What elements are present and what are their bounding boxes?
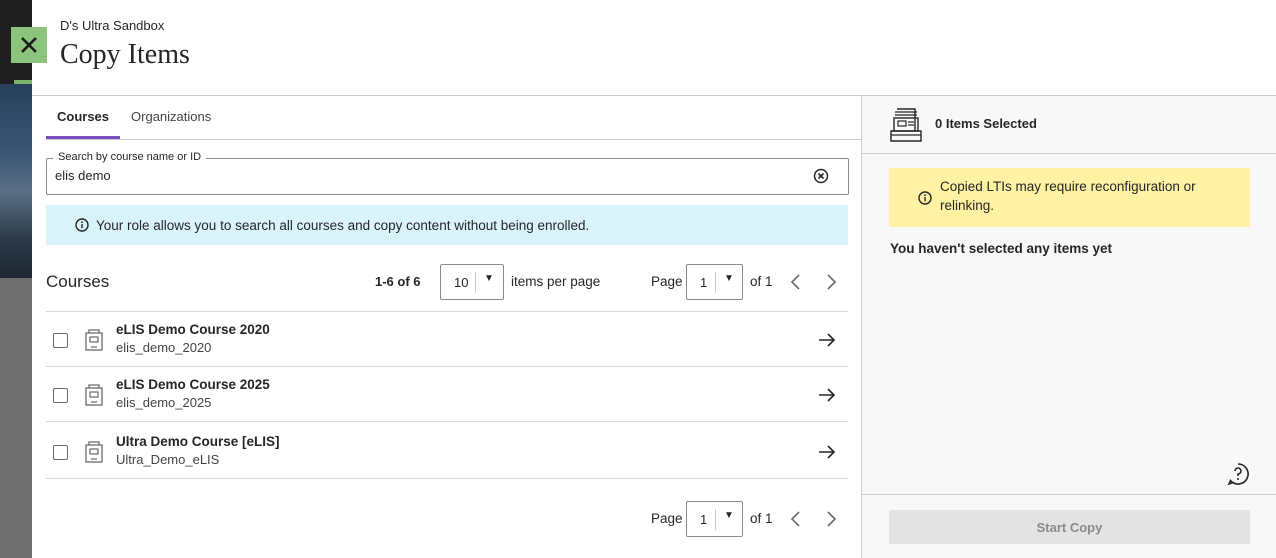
items-per-page-value: 10 <box>454 275 469 290</box>
page-value: 1 <box>700 512 708 527</box>
course-icon <box>85 441 103 463</box>
next-page-icon[interactable] <box>823 273 839 291</box>
page-total-label: of 1 <box>750 274 773 289</box>
course-row[interactable]: eLIS Demo Course 2025 elis_demo_2025 <box>46 366 848 421</box>
chevron-down-icon: ▼ <box>484 273 494 284</box>
help-icon[interactable] <box>1226 462 1250 486</box>
tab-organizations[interactable]: Organizations <box>120 96 222 139</box>
search-input[interactable] <box>55 168 795 183</box>
arrow-right-icon[interactable] <box>818 444 836 460</box>
courses-toolbar: Courses 1-6 of 6 10 ▼ items per page Pag… <box>46 264 848 300</box>
arrow-right-icon[interactable] <box>818 387 836 403</box>
course-row[interactable]: Ultra Demo Course [eLIS] Ultra_Demo_eLIS <box>46 421 848 479</box>
background-banner-image <box>0 84 32 278</box>
panel-header: D's Ultra Sandbox Copy Items <box>32 0 1276 96</box>
tab-courses[interactable]: Courses <box>46 96 121 139</box>
course-id: elis_demo_2020 <box>116 340 212 355</box>
chevron-down-icon: ▼ <box>724 273 734 284</box>
selected-items-count: 0 Items Selected <box>935 116 1037 131</box>
page-title: Copy Items <box>60 39 190 70</box>
course-checkbox[interactable] <box>53 388 68 403</box>
course-name: Ultra Demo Course [eLIS] <box>116 434 280 449</box>
page-label: Page <box>651 274 683 289</box>
page-value: 1 <box>700 275 708 290</box>
page-label: Page <box>651 511 683 526</box>
inbox-tray-icon <box>890 108 922 142</box>
lti-warning-banner: Copied LTIs may require reconfiguration … <box>889 168 1250 227</box>
search-label: Search by course name or ID <box>53 151 207 163</box>
previous-page-icon[interactable] <box>788 273 804 291</box>
course-icon <box>85 384 103 406</box>
course-name: eLIS Demo Course 2020 <box>116 322 270 337</box>
course-icon <box>85 329 103 351</box>
course-checkbox[interactable] <box>53 445 68 460</box>
courses-heading: Courses <box>46 272 110 291</box>
close-icon <box>21 37 37 53</box>
selection-panel: 0 Items Selected Copied LTIs may require… <box>861 96 1276 558</box>
page-total-label: of 1 <box>750 511 773 526</box>
close-panel-button[interactable] <box>11 27 47 63</box>
selection-footer: Start Copy <box>862 494 1276 558</box>
lti-warning-text: Copied LTIs may require reconfiguration … <box>940 179 1196 213</box>
items-per-page-label: items per page <box>511 274 601 289</box>
clear-search-icon[interactable] <box>813 168 829 184</box>
page-select[interactable]: 1 ▼ <box>686 501 743 537</box>
background-page <box>0 0 32 558</box>
info-banner: Your role allows you to search all cours… <box>46 205 848 245</box>
course-checkbox[interactable] <box>53 333 68 348</box>
search-field: Search by course name or ID <box>46 151 849 195</box>
course-context-label: D's Ultra Sandbox <box>60 18 165 33</box>
items-per-page-select[interactable]: 10 ▼ <box>440 264 504 300</box>
chevron-down-icon: ▼ <box>724 510 734 521</box>
course-name: eLIS Demo Course 2025 <box>116 377 270 392</box>
results-count: 1-6 of 6 <box>375 274 421 289</box>
selection-header: 0 Items Selected <box>862 96 1276 154</box>
course-list: eLIS Demo Course 2020 elis_demo_2020 eLI… <box>46 311 848 479</box>
info-icon <box>75 218 89 232</box>
page-select[interactable]: 1 ▼ <box>686 264 743 300</box>
bottom-pagination: Page 1 ▼ of 1 <box>46 501 848 537</box>
course-id: elis_demo_2025 <box>116 395 212 410</box>
copy-items-panel: D's Ultra Sandbox Copy Items Courses Org… <box>32 0 1276 558</box>
course-row[interactable]: eLIS Demo Course 2020 elis_demo_2020 <box>46 311 848 366</box>
info-banner-text: Your role allows you to search all cours… <box>96 217 590 233</box>
info-icon <box>918 191 932 205</box>
empty-selection-message: You haven't selected any items yet <box>890 241 1113 256</box>
arrow-right-icon[interactable] <box>818 332 836 348</box>
tab-bar: Courses Organizations <box>46 96 861 140</box>
course-id: Ultra_Demo_eLIS <box>116 452 220 467</box>
course-browser: Courses Organizations Search by course n… <box>32 96 861 558</box>
start-copy-button[interactable]: Start Copy <box>889 510 1250 544</box>
previous-page-icon[interactable] <box>788 510 804 528</box>
next-page-icon[interactable] <box>823 510 839 528</box>
